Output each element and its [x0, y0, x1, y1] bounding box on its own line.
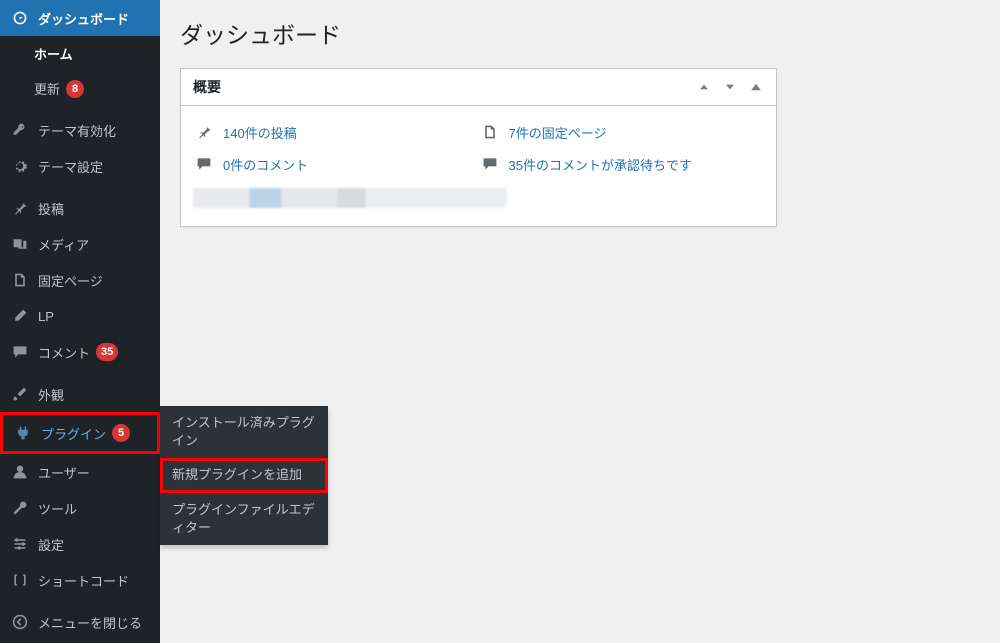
sidebar-item-pages[interactable]: 固定ページ	[0, 262, 160, 298]
sidebar-item-collapse[interactable]: メニューを閉じる	[0, 604, 160, 640]
sidebar-item-plugins[interactable]: プラグイン 5	[0, 412, 160, 454]
sidebar-item-home[interactable]: ホーム	[0, 36, 160, 71]
sidebar-item-label: ツール	[38, 499, 77, 518]
sidebar-item-label: 固定ページ	[38, 271, 103, 290]
flyout-item-plugin-editor[interactable]: プラグインファイルエディター	[160, 493, 328, 545]
plugins-badge: 5	[112, 424, 130, 442]
stat-pages: 7件の固定ページ	[479, 116, 765, 148]
panel-toggle-button[interactable]	[748, 79, 764, 95]
panel-body: 140件の投稿 7件の固定ページ 0件のコメント 35件のコメントが承認待ちです	[181, 106, 776, 226]
sidebar-item-label: ダッシュボード	[38, 9, 129, 28]
sidebar-item-label: ホーム	[34, 44, 73, 63]
pin-icon	[10, 198, 30, 218]
sidebar-item-theme-enable[interactable]: テーマ有効化	[0, 112, 160, 148]
sidebar-item-users[interactable]: ユーザー	[0, 454, 160, 490]
gear-icon	[10, 156, 30, 176]
collapse-icon	[10, 612, 30, 632]
updates-badge: 8	[66, 80, 84, 98]
sidebar-item-label: プラグイン	[41, 424, 106, 443]
wrench-icon	[10, 498, 30, 518]
stat-comments: 0件のコメント	[193, 148, 479, 180]
sidebar-item-label: ユーザー	[38, 463, 90, 482]
sidebar-item-settings[interactable]: 設定	[0, 526, 160, 562]
sidebar-item-label: 更新	[34, 79, 60, 98]
panel-move-down-button[interactable]	[722, 79, 738, 95]
posts-link[interactable]: 140件の投稿	[223, 123, 297, 142]
redacted-info	[193, 188, 507, 208]
overview-panel: 概要 140件の投稿 7件の固定ページ	[180, 68, 777, 227]
sidebar-item-lp[interactable]: LP	[0, 298, 160, 334]
comment-icon	[193, 154, 215, 174]
plugin-icon	[13, 423, 33, 443]
sidebar-item-label: コメント	[38, 343, 90, 362]
sidebar-item-label: 投稿	[38, 199, 64, 218]
sidebar-item-tools[interactable]: ツール	[0, 490, 160, 526]
comment-alert-icon	[479, 154, 501, 174]
flyout-item-add-new-plugin[interactable]: 新規プラグインを追加	[160, 458, 328, 492]
sidebar-item-updates[interactable]: 更新 8	[0, 71, 160, 106]
panel-title: 概要	[193, 77, 221, 97]
main-content: ダッシュボード 概要 140件の投稿 7件の固定ページ	[160, 0, 1000, 247]
brackets-icon	[10, 570, 30, 590]
comments-link[interactable]: 0件のコメント	[223, 155, 308, 174]
sidebar-item-label: 外観	[38, 385, 64, 404]
active-indicator-arrow	[160, 10, 168, 26]
sidebar-item-media[interactable]: メディア	[0, 226, 160, 262]
stat-posts: 140件の投稿	[193, 116, 479, 148]
sidebar-item-label: LP	[38, 309, 54, 324]
panel-move-up-button[interactable]	[696, 79, 712, 95]
pencil-icon	[10, 306, 30, 326]
sidebar-item-label: テーマ有効化	[38, 121, 116, 140]
sidebar-item-label: 設定	[38, 535, 64, 554]
brush-icon	[10, 384, 30, 404]
pages-link[interactable]: 7件の固定ページ	[509, 123, 607, 142]
plugins-flyout-menu: インストール済みプラグイン 新規プラグインを追加 プラグインファイルエディター	[160, 406, 328, 545]
dashboard-icon	[10, 8, 30, 28]
flyout-item-label: プラグインファイルエディター	[172, 502, 315, 535]
comments-badge: 35	[96, 343, 118, 361]
stat-pending-comments: 35件のコメントが承認待ちです	[479, 148, 765, 180]
media-icon	[10, 234, 30, 254]
pin-icon	[193, 122, 215, 142]
flyout-item-label: 新規プラグインを追加	[172, 467, 302, 482]
panel-header: 概要	[181, 69, 776, 106]
sidebar-item-shortcode[interactable]: ショートコード	[0, 562, 160, 598]
sidebar-item-label: メディア	[38, 235, 89, 254]
key-icon	[10, 120, 30, 140]
sidebar-item-label: テーマ設定	[38, 157, 103, 176]
page-title: ダッシュボード	[180, 16, 980, 50]
sidebar-item-dashboard[interactable]: ダッシュボード	[0, 0, 160, 36]
page-icon	[10, 270, 30, 290]
sidebar-item-appearance[interactable]: 外観	[0, 376, 160, 412]
page-icon	[479, 122, 501, 142]
sidebar-item-label: ショートコード	[38, 571, 129, 590]
flyout-item-installed-plugins[interactable]: インストール済みプラグイン	[160, 406, 328, 458]
comment-icon	[10, 342, 30, 362]
flyout-item-label: インストール済みプラグイン	[172, 415, 315, 448]
sidebar-item-label: メニューを閉じる	[38, 613, 142, 632]
sidebar-item-posts[interactable]: 投稿	[0, 190, 160, 226]
user-icon	[10, 462, 30, 482]
sidebar-item-comments[interactable]: コメント 35	[0, 334, 160, 370]
admin-sidebar: ダッシュボード ホーム 更新 8 テーマ有効化 テーマ設定 投稿 メディア 固定…	[0, 0, 160, 643]
sidebar-item-theme-settings[interactable]: テーマ設定	[0, 148, 160, 184]
sliders-icon	[10, 534, 30, 554]
panel-controls	[696, 79, 764, 95]
pending-comments-link[interactable]: 35件のコメントが承認待ちです	[509, 155, 692, 174]
